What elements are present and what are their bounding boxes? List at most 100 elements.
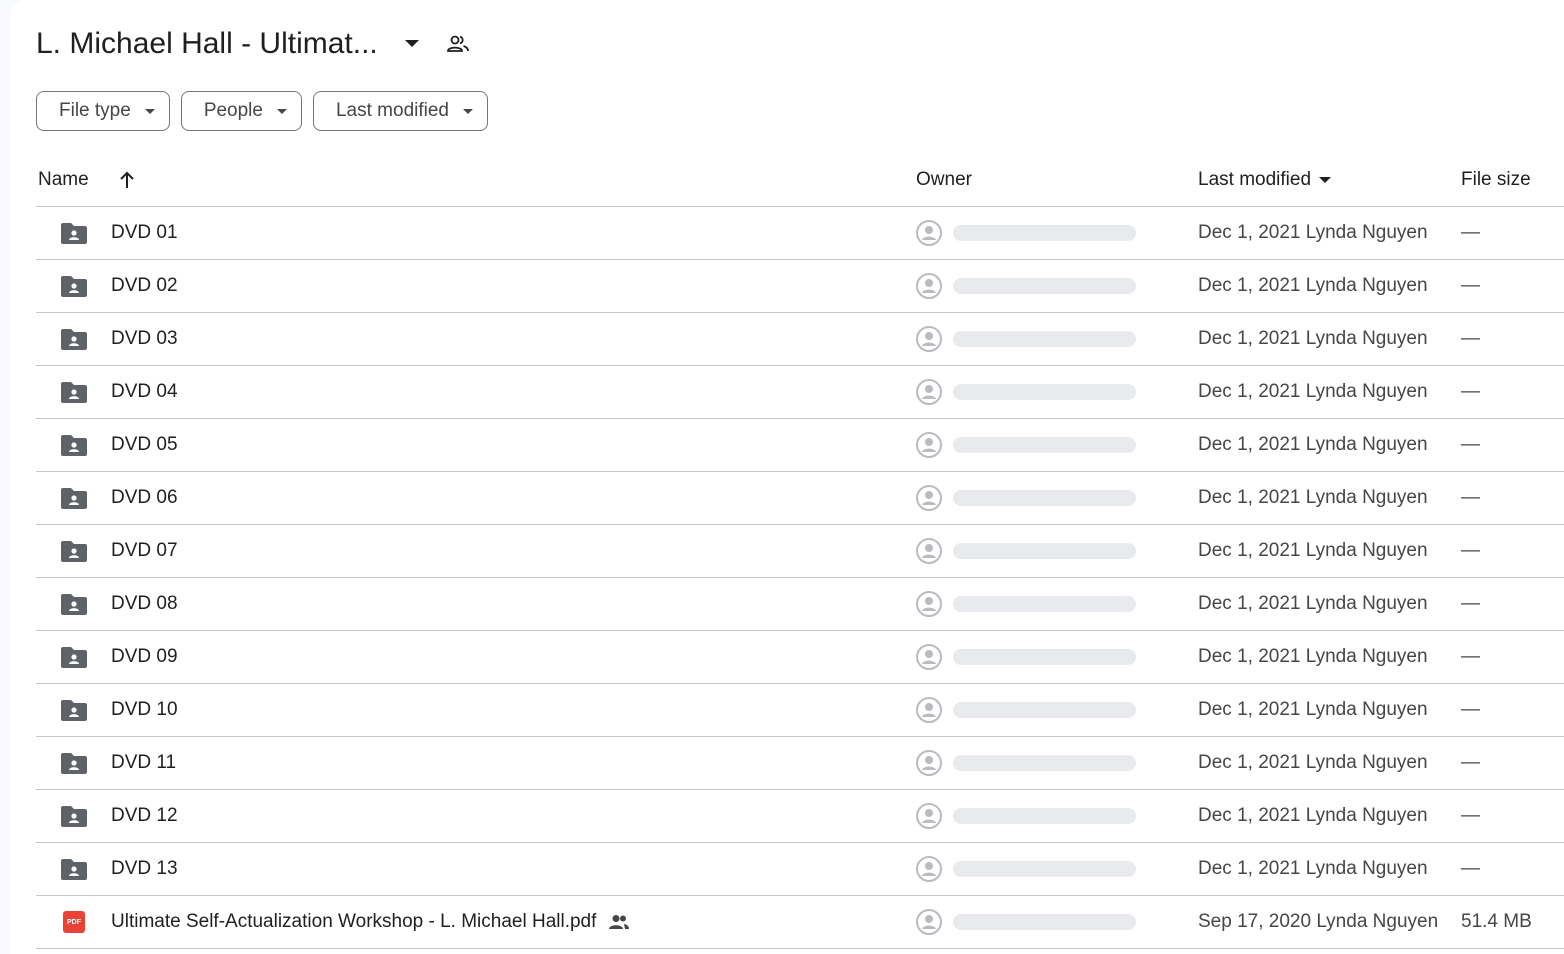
- file-name[interactable]: DVD 13: [111, 858, 178, 880]
- owner-avatar-icon: [916, 856, 942, 882]
- file-name[interactable]: DVD 08: [111, 593, 178, 615]
- file-name-text: DVD 06: [111, 487, 178, 508]
- last-modified-cell: Dec 1, 2021 Lynda Nguyen: [1198, 646, 1428, 667]
- shared-folder-icon: [60, 857, 88, 881]
- table-row[interactable]: DVD 07 Dec 1, 2021 Lynda Nguyen —: [36, 525, 1564, 578]
- last-modified-cell: Dec 1, 2021 Lynda Nguyen: [1198, 487, 1428, 508]
- people-outline-icon[interactable]: [446, 32, 470, 56]
- arrow-drop-down-icon: [1319, 177, 1332, 183]
- file-name-text: DVD 09: [111, 646, 178, 667]
- file-name-text: DVD 04: [111, 381, 178, 402]
- file-name-text: DVD 05: [111, 434, 178, 455]
- shared-people-icon: [608, 914, 630, 930]
- file-name-text: DVD 07: [111, 540, 178, 561]
- shared-folder-icon: [60, 592, 88, 616]
- shared-folder-icon: [60, 698, 88, 722]
- owner-name-placeholder: [953, 808, 1136, 824]
- folder-title[interactable]: L. Michael Hall - Ultimat...: [36, 27, 378, 61]
- last-modified-cell: Dec 1, 2021 Lynda Nguyen: [1198, 222, 1428, 243]
- last-modified-cell: Dec 1, 2021 Lynda Nguyen: [1198, 381, 1428, 402]
- table-row[interactable]: DVD 03 Dec 1, 2021 Lynda Nguyen —: [36, 313, 1564, 366]
- file-name[interactable]: DVD 11: [111, 752, 176, 774]
- file-name[interactable]: DVD 02: [111, 275, 178, 297]
- file-size-cell: —: [1461, 805, 1480, 826]
- last-modified-cell: Dec 1, 2021 Lynda Nguyen: [1198, 328, 1428, 349]
- table-row[interactable]: DVD 11 Dec 1, 2021 Lynda Nguyen —: [36, 737, 1564, 790]
- shared-folder-icon: [60, 327, 88, 351]
- column-header-last-modified-label: Last modified: [1198, 169, 1312, 190]
- owner-name-placeholder: [953, 543, 1136, 559]
- arrow-drop-down-icon[interactable]: [400, 32, 424, 56]
- table-row[interactable]: PDF Ultimate Self-Actualization Workshop …: [36, 896, 1564, 949]
- table-row[interactable]: DVD 13 Dec 1, 2021 Lynda Nguyen —: [36, 843, 1564, 896]
- file-name[interactable]: DVD 01: [111, 222, 178, 244]
- file-name-text: DVD 10: [111, 699, 178, 720]
- file-name-text: DVD 01: [111, 222, 178, 243]
- last-modified-cell: Dec 1, 2021 Lynda Nguyen: [1198, 752, 1428, 773]
- owner-avatar-icon: [916, 644, 942, 670]
- people-filter[interactable]: People: [180, 91, 302, 131]
- table-row[interactable]: DVD 02 Dec 1, 2021 Lynda Nguyen —: [36, 260, 1564, 313]
- arrow-upward-icon[interactable]: [116, 167, 138, 193]
- table-row[interactable]: DVD 06 Dec 1, 2021 Lynda Nguyen —: [36, 472, 1564, 525]
- file-size-cell: —: [1461, 699, 1480, 720]
- table-row[interactable]: DVD 01 Dec 1, 2021 Lynda Nguyen —: [36, 207, 1564, 260]
- owner-avatar-icon: [916, 697, 942, 723]
- file-size-cell: —: [1461, 487, 1480, 508]
- file-name[interactable]: DVD 06: [111, 487, 178, 509]
- filter-chips: File type People Last modified: [36, 91, 488, 131]
- file-name[interactable]: DVD 04: [111, 381, 178, 403]
- last-modified-cell: Dec 1, 2021 Lynda Nguyen: [1198, 805, 1428, 826]
- last-modified-cell: Sep 17, 2020 Lynda Nguyen: [1198, 911, 1439, 932]
- file-name-text: DVD 03: [111, 328, 178, 349]
- pdf-file-icon: PDF: [60, 910, 88, 934]
- table-row[interactable]: DVD 04 Dec 1, 2021 Lynda Nguyen —: [36, 366, 1564, 419]
- file-size-cell: —: [1461, 434, 1480, 455]
- owner-avatar-icon: [916, 909, 942, 935]
- file-size-cell: 51.4 MB: [1461, 911, 1532, 932]
- table-row[interactable]: DVD 12 Dec 1, 2021 Lynda Nguyen —: [36, 790, 1564, 843]
- owner-avatar-icon: [916, 220, 942, 246]
- column-header-name[interactable]: Name: [38, 169, 89, 191]
- file-name[interactable]: Ultimate Self-Actualization Workshop - L…: [111, 911, 630, 933]
- file-name[interactable]: DVD 10: [111, 699, 178, 721]
- file-size-cell: —: [1461, 593, 1480, 614]
- file-name[interactable]: DVD 12: [111, 805, 178, 827]
- file-size-cell: —: [1461, 540, 1480, 561]
- owner-avatar-icon: [916, 750, 942, 776]
- last-modified-filter[interactable]: Last modified: [312, 91, 488, 131]
- last-modified-cell: Dec 1, 2021 Lynda Nguyen: [1198, 540, 1428, 561]
- column-header-file-size[interactable]: File size: [1461, 169, 1531, 191]
- shared-folder-icon: [60, 486, 88, 510]
- file-name[interactable]: DVD 09: [111, 646, 178, 668]
- people-filter-label: People: [203, 100, 263, 121]
- shared-folder-icon: [60, 380, 88, 404]
- owner-avatar-icon: [916, 379, 942, 405]
- table-row[interactable]: DVD 09 Dec 1, 2021 Lynda Nguyen —: [36, 631, 1564, 684]
- shared-folder-icon: [60, 221, 88, 245]
- table-row[interactable]: DVD 08 Dec 1, 2021 Lynda Nguyen —: [36, 578, 1564, 631]
- file-name-text: Ultimate Self-Actualization Workshop - L…: [111, 911, 597, 932]
- table-row[interactable]: DVD 05 Dec 1, 2021 Lynda Nguyen —: [36, 419, 1564, 472]
- arrow-drop-down-icon: [144, 108, 155, 114]
- file-name-text: DVD 02: [111, 275, 178, 296]
- shared-folder-icon: [60, 645, 88, 669]
- file-size-cell: —: [1461, 752, 1480, 773]
- file-name[interactable]: DVD 07: [111, 540, 178, 562]
- file-name[interactable]: DVD 03: [111, 328, 178, 350]
- owner-name-placeholder: [953, 437, 1136, 453]
- file-size-cell: —: [1461, 275, 1480, 296]
- owner-name-placeholder: [953, 384, 1136, 400]
- owner-avatar-icon: [916, 432, 942, 458]
- owner-avatar-icon: [916, 485, 942, 511]
- column-header-last-modified[interactable]: Last modified: [1198, 169, 1332, 191]
- file-type-filter[interactable]: File type: [36, 91, 170, 131]
- column-header-owner[interactable]: Owner: [916, 169, 972, 191]
- owner-avatar-icon: [916, 591, 942, 617]
- shared-folder-icon: [60, 433, 88, 457]
- owner-name-placeholder: [953, 755, 1136, 771]
- file-list: Name Owner Last modified File size DVD 0…: [36, 155, 1564, 949]
- table-row[interactable]: DVD 10 Dec 1, 2021 Lynda Nguyen —: [36, 684, 1564, 737]
- owner-name-placeholder: [953, 225, 1136, 241]
- file-name[interactable]: DVD 05: [111, 434, 178, 456]
